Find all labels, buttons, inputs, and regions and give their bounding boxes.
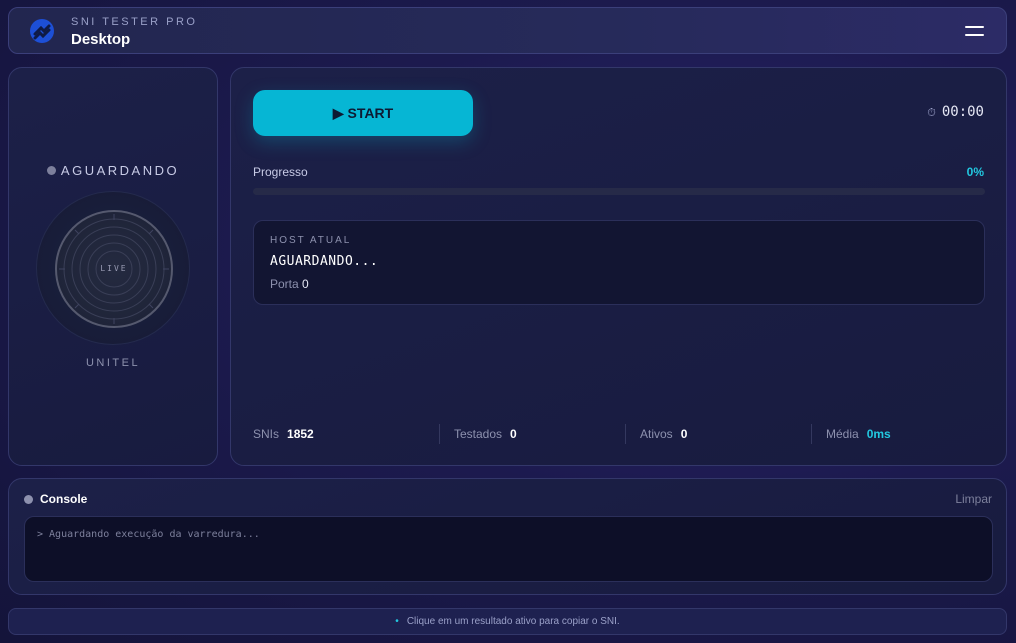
stat-label: SNIs	[253, 427, 280, 441]
timer-value: 00:00	[941, 104, 984, 120]
progress-bar	[253, 188, 985, 195]
start-button[interactable]: ▶ START	[253, 90, 473, 136]
port-label: Porta	[270, 277, 299, 291]
console-title: Console	[24, 492, 87, 506]
stat-snis: SNIs 1852	[253, 424, 314, 444]
console-line: > Aguardando execução da varredura...	[37, 529, 260, 540]
stopwatch-icon: ⏱	[927, 106, 936, 119]
status-indicator: AGUARDANDO	[9, 163, 217, 178]
host-label: HOST ATUAL	[270, 235, 352, 246]
console-dot-icon	[24, 495, 33, 504]
app-subtitle: SNI TESTER PRO	[71, 16, 198, 28]
stat-value: 0ms	[866, 427, 891, 441]
menu-bar-top	[965, 26, 984, 28]
progress-percent: 0%	[966, 165, 984, 179]
scanner-panel: ▶ START ⏱ 00:00 Progresso 0% HOST ATUAL A…	[230, 67, 1007, 466]
dial-live-label: LIVE	[100, 264, 128, 273]
port-row: Porta 0	[270, 277, 309, 291]
hamburger-menu-icon[interactable]	[965, 25, 984, 37]
stat-average: Média 0ms	[811, 424, 891, 444]
app-header: SNI TESTER PRO Desktop	[8, 7, 1007, 54]
stat-tested: Testados 0	[439, 424, 517, 444]
logo-icon	[30, 19, 54, 43]
status-text: AGUARDANDO	[60, 163, 180, 178]
status-dot-icon	[46, 166, 56, 175]
stat-active: Ativos 0	[625, 424, 687, 444]
operator-label: UNITEL	[85, 357, 141, 369]
stat-value: 0	[680, 427, 688, 441]
console-panel: Console Limpar > Aguardando execução da …	[8, 478, 1007, 595]
stat-label: Testados	[454, 427, 503, 441]
signal-dial: LIVE	[36, 191, 190, 345]
current-host-box: HOST ATUAL AGUARDANDO... Porta 0	[253, 220, 985, 305]
stat-value: 1852	[287, 427, 314, 441]
dial-face: LIVE	[55, 210, 173, 328]
stat-value: 0	[510, 427, 517, 441]
host-value: AGUARDANDO...	[270, 254, 379, 269]
elapsed-timer: ⏱ 00:00	[927, 104, 984, 120]
stat-label: Média	[826, 427, 859, 441]
stats-row: SNIs 1852 Testados 0 Ativos 0 Média 0ms	[253, 424, 993, 446]
clear-console-button[interactable]: Limpar	[955, 492, 992, 506]
menu-bar-bottom	[965, 34, 984, 36]
status-panel: AGUARDANDO LIVE UNITEL	[8, 67, 218, 466]
port-value: 0	[302, 277, 309, 291]
stat-label: Ativos	[640, 427, 673, 441]
console-output: > Aguardando execução da varredura...	[24, 516, 993, 582]
footer-bullet: •	[395, 616, 399, 627]
footer-hint-text: Clique em um resultado ativo para copiar…	[406, 616, 620, 627]
console-title-text: Console	[40, 492, 88, 506]
app-title: Desktop	[71, 31, 131, 48]
progress-label: Progresso	[253, 165, 308, 179]
footer-hint: • Clique em um resultado ativo para copia…	[8, 608, 1007, 635]
